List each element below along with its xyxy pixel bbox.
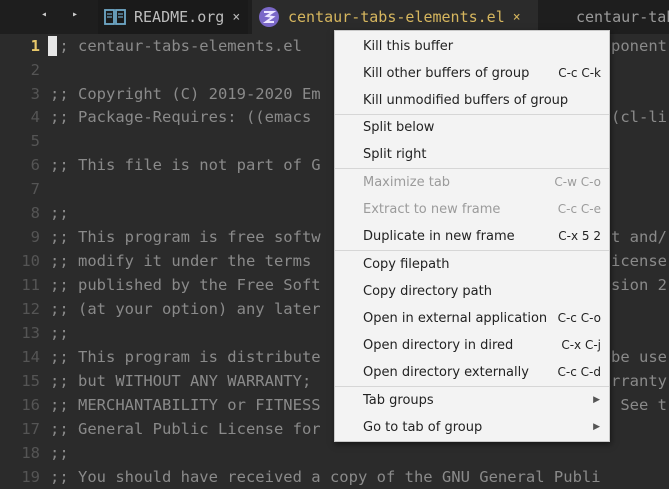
menu-item-tab-groups[interactable]: Tab groups ▶ [335,387,609,414]
submenu-arrow-icon: ▶ [593,395,600,405]
line-number: 18 [21,444,40,462]
editor-line: 19 ;; You should have received a copy of … [0,465,669,489]
menu-item-duplicate-in-new-frame[interactable]: Duplicate in new frame C-x 5 2 [335,223,609,250]
tab-readme-label: README.org [134,8,225,26]
menu-item-label: Open in external application [363,311,548,326]
menu-item-shortcut: C-c C-e [557,202,601,216]
line-number: 6 [30,156,40,174]
code-text-fragment: t and/ [611,228,667,246]
menu-item-label: Split right [363,147,427,162]
menu-item-label: Copy directory path [363,284,492,299]
line-number: 8 [30,204,40,222]
menu-item-maximize-tab: Maximize tab C-w C-o [335,169,609,196]
line-number: 7 [30,180,40,198]
menu-item-label: Maximize tab [363,175,451,190]
menu-item-shortcut: C-x C-j [561,338,601,352]
editor-line: 18;; [0,441,669,465]
menu-item-shortcut: C-c C-k [558,66,601,80]
line-number: 3 [30,85,40,103]
line-number: 16 [21,396,40,414]
menu-item-open-directory-externally[interactable]: Open directory externally C-c C-d [335,359,609,386]
tab-readme[interactable]: README.org × [98,0,248,34]
line-number: 10 [21,252,40,270]
code-text: ;; published by the Free Soft [50,276,321,294]
line-number: 15 [21,372,40,390]
menu-item-label: Split below [363,120,435,135]
code-text-fragment: rranty [611,372,667,390]
menu-item-open-in-external-application[interactable]: Open in external application C-c C-o [335,305,609,332]
menu-item-kill-unmodified-buffers-of-group[interactable]: Kill unmodified buffers of group [335,87,609,114]
code-text: ;; You should have received a copy of th… [50,468,601,486]
emacs-icon [259,7,279,27]
menu-item-shortcut: C-c C-o [557,311,601,325]
menu-item-shortcut: C-c C-d [557,365,601,379]
code-text-fragment: sion 2 [611,276,667,294]
menu-item-kill-this-buffer[interactable]: Kill this buffer [335,33,609,60]
code-text: ;; but WITHOUT ANY WARRANTY; [50,372,312,390]
menu-item-shortcut: C-x 5 2 [558,229,601,243]
code-text: ;; This file is not part of G [50,156,321,174]
submenu-arrow-icon: ▶ [593,422,600,432]
line-number: 11 [21,276,40,294]
text-cursor [48,36,57,56]
menu-item-label: Kill other buffers of group [363,66,530,81]
line-number: 13 [21,324,40,342]
line-number: 2 [30,61,40,79]
line-number: 17 [21,420,40,438]
menu-item-open-directory-in-dired[interactable]: Open directory in dired C-x C-j [335,332,609,359]
menu-item-label: Go to tab of group [363,420,483,435]
line-number: 9 [30,228,40,246]
tab-third-label: centaur-tab [576,8,669,26]
code-text: ;; This program is free softw [50,228,321,246]
tab-prev-button[interactable]: ◂ [41,9,47,20]
code-text-fragment: icense [611,252,667,270]
code-text-fragment: ponent [611,37,667,55]
menu-item-go-to-tab-of-group[interactable]: Go to tab of group ▶ [335,414,609,441]
menu-item-copy-filepath[interactable]: Copy filepath [335,251,609,278]
code-text: ;; [50,324,69,342]
line-number: 19 [21,468,40,486]
code-text: ;; Package-Requires: ((emacs [50,108,312,126]
line-number: 5 [30,132,40,150]
menu-item-split-below[interactable]: Split below [335,114,609,141]
menu-item-label: Extract to new frame [363,202,501,217]
tab-bar: ◂ ▸ README.org × centaur-tabs-elements.e… [0,0,669,34]
code-text: ;; centaur-tabs-elements.el [50,37,302,55]
code-text: ;; modify it under the terms [50,252,312,270]
menu-item-label: Duplicate in new frame [363,229,515,244]
menu-item-label: Tab groups [363,393,434,408]
code-text: ;; General Public License for [50,420,321,438]
code-text: ;; [50,444,69,462]
code-text-fragment: be use [611,348,667,366]
code-text: ;; This program is distribute [50,348,321,366]
menu-item-label: Kill unmodified buffers of group [363,93,569,108]
book-icon [104,9,126,25]
menu-item-shortcut: C-w C-o [554,175,601,189]
tab-active[interactable]: centaur-tabs-elements.el × [252,0,538,34]
line-number: 14 [21,348,40,366]
menu-item-label: Copy filepath [363,257,450,272]
menu-item-label: Open directory in dired [363,338,514,353]
menu-item-extract-to-new-frame: Extract to new frame C-c C-e [335,196,609,223]
line-number: 4 [30,108,40,126]
code-text: ;; [50,204,69,222]
code-text-fragment: See t [611,396,667,414]
menu-item-copy-directory-path[interactable]: Copy directory path [335,278,609,305]
menu-item-label: Open directory externally [363,365,529,380]
code-text-fragment: (cl-li [611,108,667,126]
tab-active-close-icon[interactable]: × [513,10,521,25]
menu-item-label: Kill this buffer [363,39,454,54]
tab-context-menu: Kill this buffer Kill other buffers of gr… [334,30,610,442]
menu-item-kill-other-buffers-of-group[interactable]: Kill other buffers of group C-c C-k [335,60,609,87]
line-number: 1 [30,37,40,55]
tab-next-button[interactable]: ▸ [72,9,78,20]
menu-item-split-right[interactable]: Split right [335,141,609,168]
line-number: 12 [21,300,40,318]
tab-active-label: centaur-tabs-elements.el [288,8,505,26]
code-text: ;; Copyright (C) 2019-2020 Em [50,85,321,103]
tab-third[interactable]: centaur-tab [540,0,669,34]
code-text: ;; MERCHANTABILITY or FITNESS [50,396,321,414]
code-text: ;; (at your option) any later [50,300,321,318]
tab-readme-close-icon[interactable]: × [232,10,240,25]
